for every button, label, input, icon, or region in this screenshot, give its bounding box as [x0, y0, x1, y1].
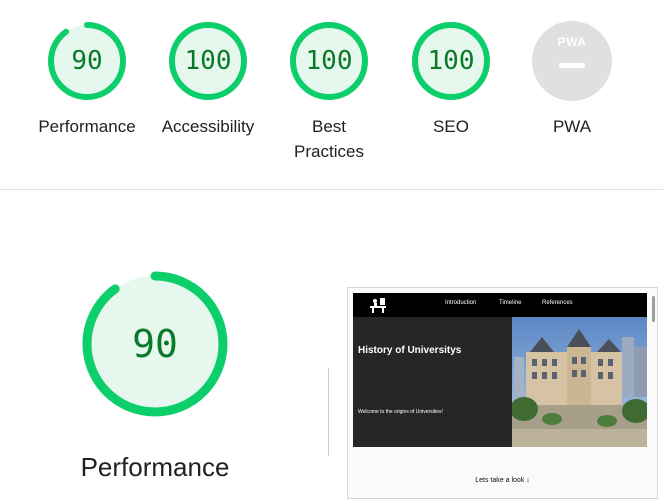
detail-score-value: 90: [132, 322, 178, 366]
site-hero: History of Universitys Welcome to the or…: [353, 317, 647, 447]
category-gauges: 90 Performance 100 Accessibility 100 Bes…: [0, 0, 663, 189]
gauge-performance[interactable]: 90 Performance: [27, 20, 147, 139]
section-divider: [0, 189, 663, 190]
gauge-best-practices[interactable]: 100 Best Practices: [269, 20, 389, 164]
gauge-label: PWA: [552, 117, 592, 136]
score-value: 100: [427, 46, 475, 76]
score-ring: 90: [46, 20, 128, 102]
score-value: 100: [305, 46, 353, 76]
gauge-accessibility[interactable]: 100 Accessibility: [148, 20, 268, 139]
score-ring: 100: [167, 20, 249, 102]
gauge-label: Best Practices: [294, 117, 364, 161]
performance-detail-gauge: 90: [79, 268, 231, 420]
nav-link-references: References: [542, 300, 573, 306]
final-screenshot-thumbnail[interactable]: Introduction Timeline References History…: [347, 287, 658, 499]
pwa-logo-text: PWA: [557, 35, 587, 49]
site-navbar: Introduction Timeline References: [353, 293, 647, 317]
gauge-label: Performance: [38, 117, 136, 136]
gauge-pwa[interactable]: PWA PWA: [512, 20, 632, 139]
university-building-image: [512, 317, 647, 447]
scroll-cta: Lets take a look ↓: [475, 477, 530, 484]
logo-icon: [370, 298, 386, 313]
pwa-badge: PWA: [531, 20, 613, 102]
score-value: 90: [71, 46, 103, 76]
score-value: 100: [184, 46, 232, 76]
nav-link-timeline: Timeline: [499, 300, 522, 306]
nav-link-introduction: Introduction: [445, 300, 477, 306]
not-applicable-dash: [559, 63, 585, 68]
hero-title: History of Universitys: [358, 345, 462, 356]
score-ring: 100: [288, 20, 370, 102]
gauge-seo[interactable]: 100 SEO: [391, 20, 511, 139]
hero-text-panel: History of Universitys Welcome to the or…: [353, 317, 512, 447]
gauge-label: SEO: [433, 117, 469, 136]
vertical-divider: [328, 368, 329, 456]
gauge-label: Accessibility: [161, 117, 255, 136]
detail-title: Performance: [80, 452, 230, 482]
hero-subtitle: Welcome to the origins of Universities!: [358, 409, 443, 415]
thumbnail-scrollbar: [652, 296, 655, 322]
score-ring: 100: [410, 20, 492, 102]
